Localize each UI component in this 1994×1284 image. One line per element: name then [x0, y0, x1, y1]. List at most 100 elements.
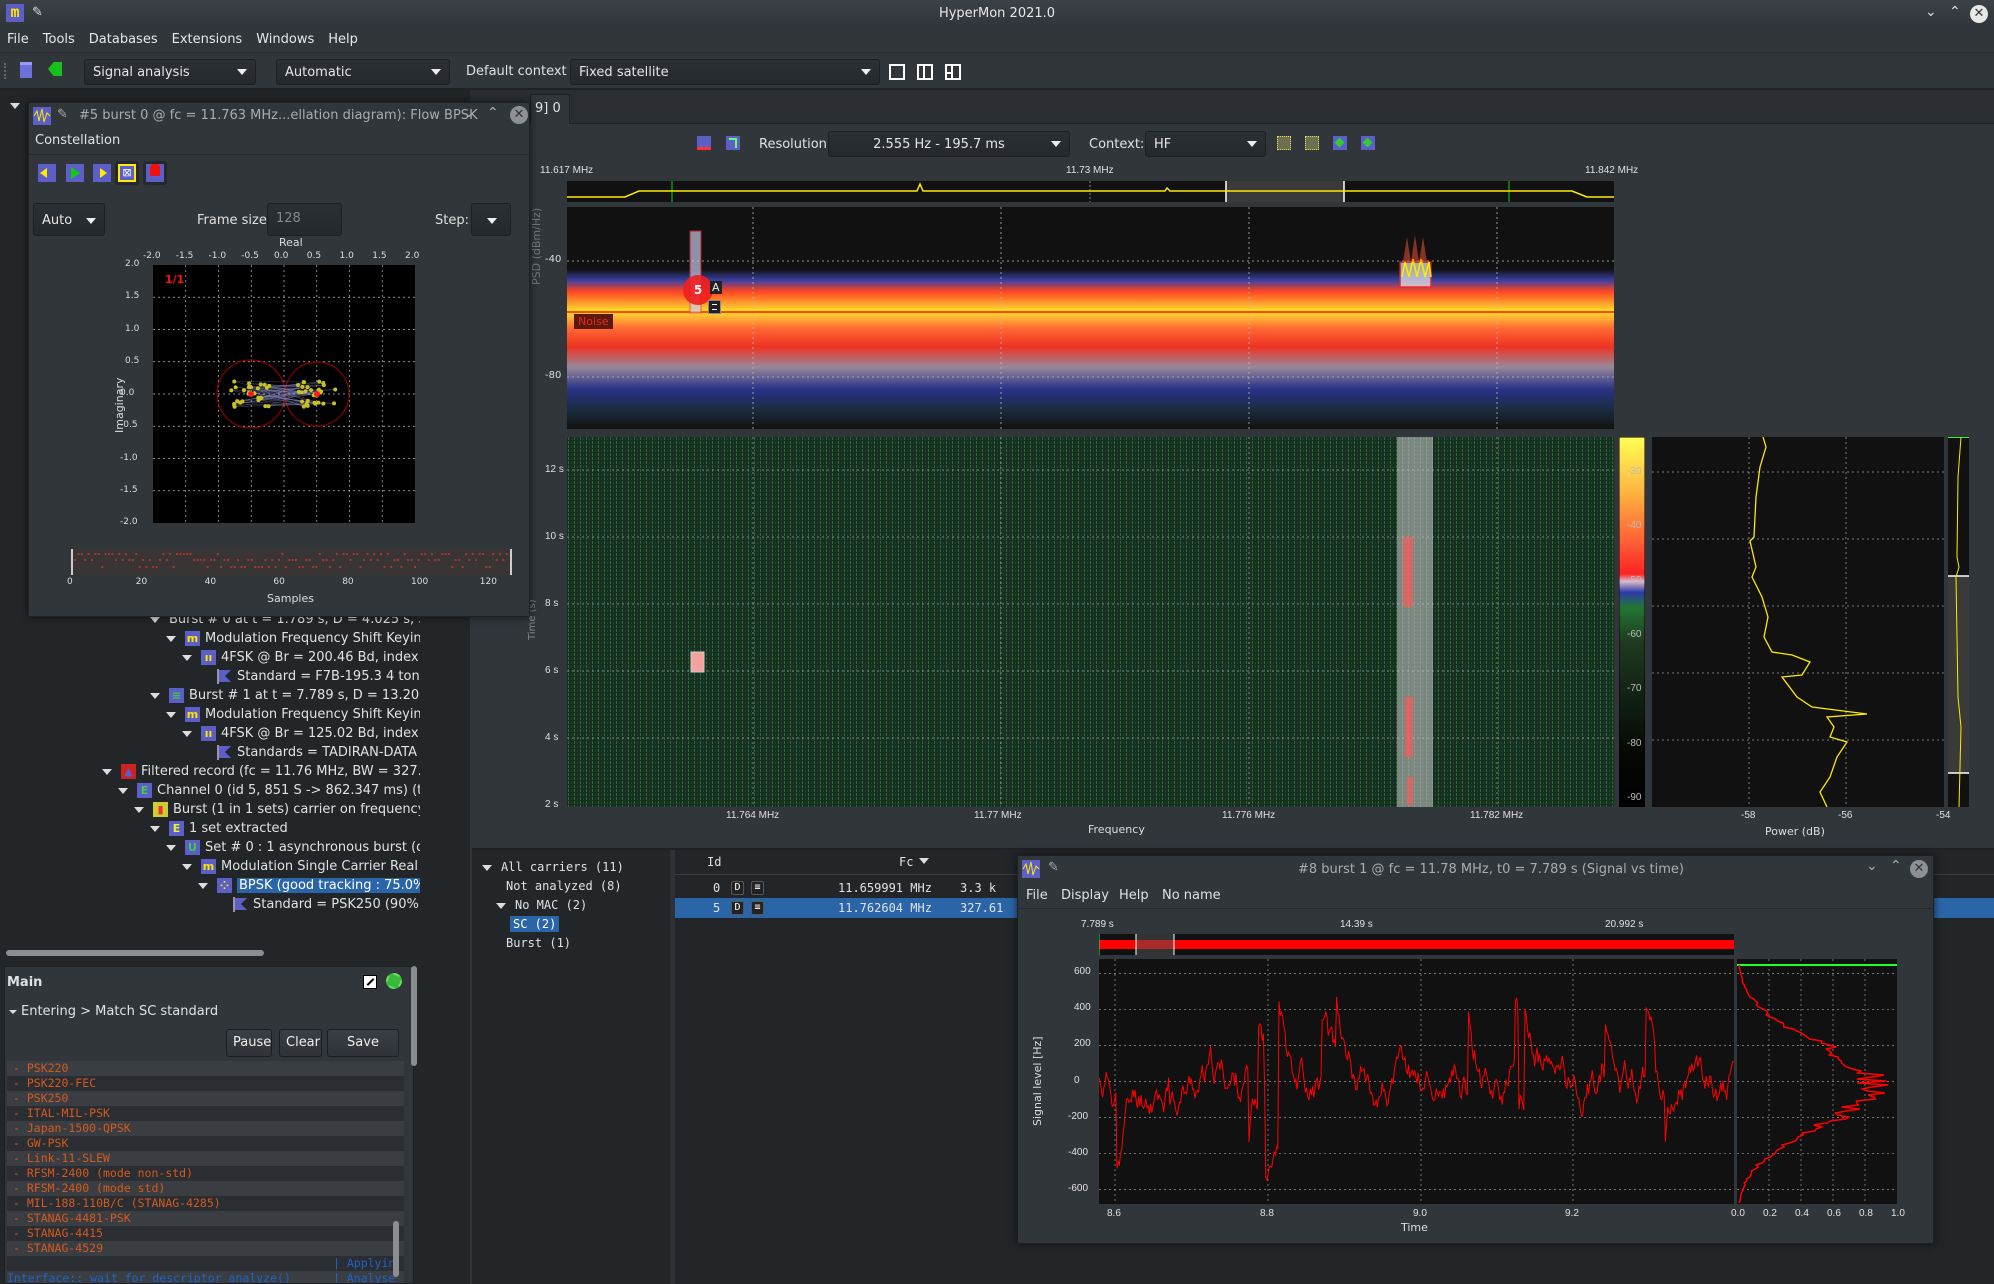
resolution-select[interactable]: 2.555 Hz - 195.7 ms	[828, 131, 1070, 157]
menu-display[interactable]: Display	[1061, 888, 1109, 903]
notes-icon[interactable]: ≡	[751, 881, 764, 895]
expand-icon[interactable]	[198, 882, 208, 889]
notes-icon[interactable]: ≡	[751, 901, 764, 915]
filter-icon[interactable]	[726, 136, 740, 150]
minimize-button[interactable]: ⌄	[463, 105, 475, 121]
power-profile-plot[interactable]	[1652, 437, 1944, 807]
weight-toggle[interactable]	[143, 161, 167, 185]
previous-arrow-icon[interactable]	[38, 164, 56, 182]
maximize-button[interactable]: ⌃	[1890, 858, 1902, 874]
notes-icon[interactable]	[708, 300, 721, 314]
signal-histogram[interactable]	[1737, 959, 1897, 1204]
tree-node[interactable]: Standard = PSK250 (90%)	[214, 895, 420, 914]
carrier-category[interactable]: Burst (1)	[496, 934, 571, 953]
tree-node[interactable]: m Modulation Single Carrier Real (98%) @ …	[182, 857, 420, 876]
tree-node[interactable]: E 1 set extracted	[150, 819, 288, 838]
power-overview-strip[interactable]	[1948, 437, 1969, 807]
database-icon[interactable]	[20, 62, 32, 78]
menu-help[interactable]: Help	[1119, 888, 1149, 903]
expand-icon[interactable]	[102, 768, 112, 775]
constellation-plot[interactable]: 1/1	[153, 265, 415, 523]
mode-select[interactable]: Auto	[33, 203, 105, 236]
waterfall-plot[interactable]	[567, 437, 1614, 807]
expand-icon[interactable]	[166, 711, 176, 718]
step-select[interactable]	[471, 203, 511, 236]
up-arrow-icon[interactable]	[1305, 136, 1319, 150]
column-id[interactable]: Id	[707, 855, 721, 869]
tree-node[interactable]: m Modulation Frequency Shift Keying (99	[166, 629, 420, 648]
menu-file[interactable]: File	[0, 28, 36, 47]
pin-icon[interactable]: ✎	[1048, 860, 1059, 875]
tree-node[interactable]: m Modulation Frequency Shift Keying (99	[166, 705, 420, 724]
toolbar-grip[interactable]	[4, 63, 6, 79]
tree-node[interactable]: Standard = F7B-195.3 4 tones (5	[198, 667, 420, 686]
menu-extensions[interactable]: Extensions	[165, 28, 250, 47]
breadcrumb[interactable]: Entering > Match SC standard	[9, 1004, 218, 1019]
maximize-button[interactable]: ⌃	[1949, 4, 1961, 20]
maximize-button[interactable]: ⌃	[487, 105, 499, 121]
expand-icon[interactable]	[10, 102, 20, 109]
tree-node[interactable]: ⁘ BPSK (good tracking : 75.0%, MSE -17.7	[198, 876, 420, 895]
mode-select[interactable]: Signal analysis	[84, 59, 256, 85]
pin-icon[interactable]: ✎	[57, 107, 68, 122]
close-button[interactable]: ✕	[510, 106, 528, 124]
psd-plot[interactable]	[567, 207, 1614, 429]
back-green-icon[interactable]	[48, 62, 62, 76]
samples-strip[interactable]	[71, 549, 513, 575]
expand-icon[interactable]	[166, 844, 176, 851]
tree-node[interactable]: E Channel 0 (id 5, 851 S -> 862.347 ms) (…	[118, 781, 420, 800]
close-button[interactable]: ✕	[1910, 860, 1928, 878]
expand-icon[interactable]	[134, 806, 144, 813]
tag-add-icon[interactable]	[1333, 136, 1347, 150]
tree-node[interactable]: ıı 4FSK @ Br = 125.02 Bd, index = 1.	[182, 724, 420, 743]
expand-icon[interactable]	[182, 654, 192, 661]
detail-button[interactable]: D	[731, 901, 744, 915]
frame-size-input[interactable]: 128	[267, 203, 342, 236]
layout-grid-icon[interactable]	[945, 64, 961, 80]
pause-button[interactable]: Pause	[226, 1029, 272, 1057]
log-scrollbar[interactable]	[393, 1221, 399, 1277]
carrier-5-waterfall-box[interactable]	[690, 651, 705, 673]
default-context-select[interactable]: Fixed satellite	[570, 59, 880, 85]
settings-gear-icon[interactable]	[386, 973, 402, 989]
marker-a-label[interactable]: A	[710, 281, 722, 294]
menu-file[interactable]: File	[1026, 888, 1048, 903]
tree-node[interactable]: ▲ Filtered record (fc = 11.76 MHz, BW = 3…	[102, 762, 420, 781]
fit-toggle[interactable]: ⊠	[115, 161, 139, 185]
panel-scrollbar[interactable]	[411, 966, 417, 1066]
minimize-button[interactable]: ⌄	[1866, 858, 1878, 874]
minimize-button[interactable]: ⌄	[1925, 4, 1937, 20]
layout-single-icon[interactable]	[889, 64, 905, 80]
overview-spectrum-strip[interactable]	[567, 181, 1614, 202]
detach-icon[interactable]	[363, 975, 377, 989]
expand-icon[interactable]	[150, 825, 160, 832]
next-arrow-icon[interactable]	[93, 164, 111, 182]
close-window-button[interactable]: ✕	[1970, 5, 1988, 23]
signal-overview-strip[interactable]	[1099, 934, 1734, 955]
log-output[interactable]: - PSK220- PSK220-FEC - PSK250- ITAL-MIL-P…	[7, 1061, 404, 1283]
column-fc[interactable]: Fc	[899, 855, 913, 869]
expand-icon[interactable]	[182, 863, 192, 870]
clear-button[interactable]: Clear	[279, 1029, 322, 1057]
detail-button[interactable]: D	[731, 881, 744, 895]
carrier-category[interactable]: Not analyzed (8)	[496, 877, 622, 896]
tag-icon[interactable]	[1361, 136, 1375, 150]
tree-node[interactable]: ≡ Burst # 1 at t = 7.789 s, D = 13.203 s,…	[150, 686, 420, 705]
down-arrow-icon[interactable]	[1277, 136, 1291, 150]
menu-help[interactable]: Help	[321, 28, 365, 47]
expand-icon[interactable]	[182, 730, 192, 737]
spectrum-icon[interactable]	[697, 136, 711, 150]
expand-icon[interactable]	[150, 616, 160, 623]
expand-icon[interactable]	[118, 787, 128, 794]
horizontal-scrollbar[interactable]	[6, 950, 264, 956]
tree-node[interactable]: U Set # 0 : 1 asynchronous burst (density…	[166, 838, 420, 857]
menu-document-name[interactable]: No name	[1162, 888, 1221, 903]
context-select[interactable]: HF	[1145, 131, 1266, 157]
menu-windows[interactable]: Windows	[249, 28, 321, 47]
menu-databases[interactable]: Databases	[82, 28, 165, 47]
carrier-category[interactable]: SC (2)	[510, 915, 560, 934]
detection-select[interactable]: Automatic	[276, 59, 450, 85]
expand-icon[interactable]	[166, 635, 176, 642]
menu-tools[interactable]: Tools	[36, 28, 82, 47]
tree-node[interactable]: Standards = TADIRAN-DATA (25%	[198, 743, 420, 762]
